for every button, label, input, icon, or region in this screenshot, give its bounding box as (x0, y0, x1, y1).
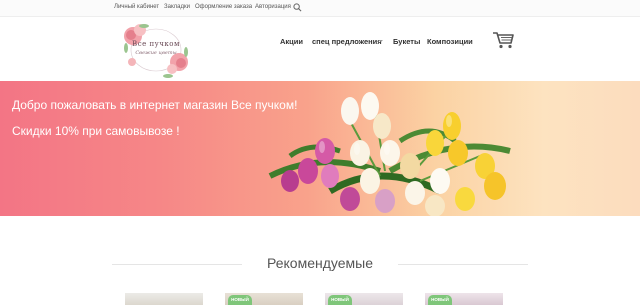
new-badge: НОВЫЙ (428, 295, 452, 305)
store-logo[interactable]: Все пучком Cвежие цветы (120, 20, 192, 80)
nav-item-bouquets[interactable]: Букеты (393, 37, 420, 46)
login-link[interactable]: Авторизация (255, 4, 291, 10)
product-card[interactable]: НОВЫЙ (225, 293, 303, 305)
new-badge: НОВЫЙ (328, 295, 352, 305)
nav-item-promotions[interactable]: Акции (280, 37, 303, 46)
chevron-down-icon (379, 40, 383, 42)
logo-title: Все пучком (132, 40, 180, 48)
top-utility-bar: Личный кабинет Закладки Оформление заказ… (0, 0, 640, 17)
tulip-bouquet-image (268, 92, 511, 216)
recommended-heading: Рекомендуемые (267, 255, 373, 271)
wishlist-link[interactable]: Закладки (164, 4, 190, 10)
hero-banner[interactable]: Добро пожаловать в интернет магазин Все … (0, 81, 640, 216)
nav-item-special-offers[interactable]: спец предложения (312, 37, 382, 46)
nav-item-compositions[interactable]: Композиции (427, 37, 473, 46)
account-link[interactable]: Личный кабинет (114, 4, 159, 10)
product-card[interactable]: НОВЫЙ (425, 293, 503, 305)
checkout-link[interactable]: Оформление заказа (195, 4, 252, 10)
product-image (125, 293, 203, 305)
search-icon[interactable] (293, 3, 302, 12)
logo-tagline: Cвежие цветы (135, 50, 177, 56)
cart-icon[interactable] (492, 31, 514, 49)
new-badge: НОВЫЙ (228, 295, 252, 305)
section-divider-right (398, 264, 528, 265)
product-card[interactable]: НОВЫЙ (325, 293, 403, 305)
banner-discount-text: Скидки 10% при самовывозе ! (12, 124, 180, 138)
product-card[interactable] (125, 293, 203, 305)
site-header: Все пучком Cвежие цветы Акции спец предл… (0, 17, 640, 81)
